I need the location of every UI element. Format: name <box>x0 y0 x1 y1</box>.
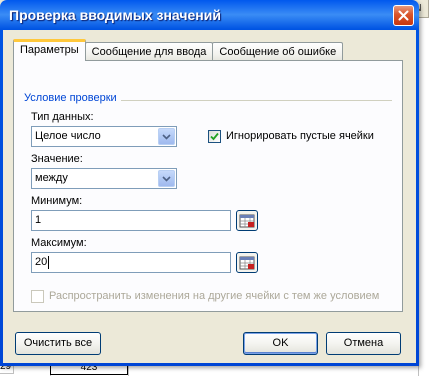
operator-select[interactable]: между <box>31 168 177 189</box>
tab-parameters[interactable]: Параметры <box>13 39 86 61</box>
dropdown-button[interactable] <box>158 128 175 145</box>
collapse-dialog-button[interactable] <box>236 210 258 231</box>
group-title: Условие проверки <box>24 92 121 104</box>
tab-error-alert[interactable]: Сообщение об ошибке <box>212 42 344 61</box>
data-type-label: Тип данных: <box>31 111 94 123</box>
data-type-value: Целое число <box>35 130 101 142</box>
minimum-label: Минимум: <box>31 195 83 207</box>
ok-button[interactable]: OK <box>243 332 318 355</box>
tab-panel: Условие проверки Тип данных: Целое число… <box>13 60 403 312</box>
maximum-value: 20 <box>35 256 48 268</box>
cancel-button[interactable]: Отмена <box>326 332 401 355</box>
range-select-icon <box>239 214 255 227</box>
collapse-dialog-button[interactable] <box>236 252 258 273</box>
dialog-body: Параметры Сообщение для ввода Сообщение … <box>3 30 416 363</box>
apply-to-all-checkbox[interactable] <box>31 290 44 303</box>
clear-all-button[interactable]: Очистить все <box>15 332 101 355</box>
maximum-label: Максимум: <box>31 237 87 249</box>
chevron-down-icon <box>162 175 171 182</box>
tab-input-message[interactable]: Сообщение для ввода <box>84 42 214 61</box>
minimum-input[interactable]: 1 <box>31 210 231 231</box>
data-validation-dialog: Проверка вводимых значений Параметры Соо… <box>0 0 419 366</box>
apply-to-all-label[interactable]: Распространить изменения на другие ячейк… <box>49 290 379 302</box>
maximum-input[interactable]: 20 <box>31 252 231 273</box>
checkmark-icon <box>210 132 219 141</box>
tab-strip: Параметры Сообщение для ввода Сообщение … <box>13 39 344 61</box>
chevron-down-icon <box>162 133 171 140</box>
data-type-select[interactable]: Целое число <box>31 126 177 147</box>
range-select-icon <box>239 256 255 269</box>
close-icon <box>398 10 409 21</box>
dialog-title[interactable]: Проверка вводимых значений <box>3 0 416 30</box>
text-caret <box>48 255 50 269</box>
ignore-blank-label[interactable]: Игнорировать пустые ячейки <box>226 130 374 142</box>
close-button[interactable] <box>393 5 414 26</box>
ignore-blank-checkbox[interactable] <box>208 130 221 143</box>
operator-label: Значение: <box>31 153 83 165</box>
dropdown-button[interactable] <box>158 170 175 187</box>
operator-value: между <box>35 172 68 184</box>
